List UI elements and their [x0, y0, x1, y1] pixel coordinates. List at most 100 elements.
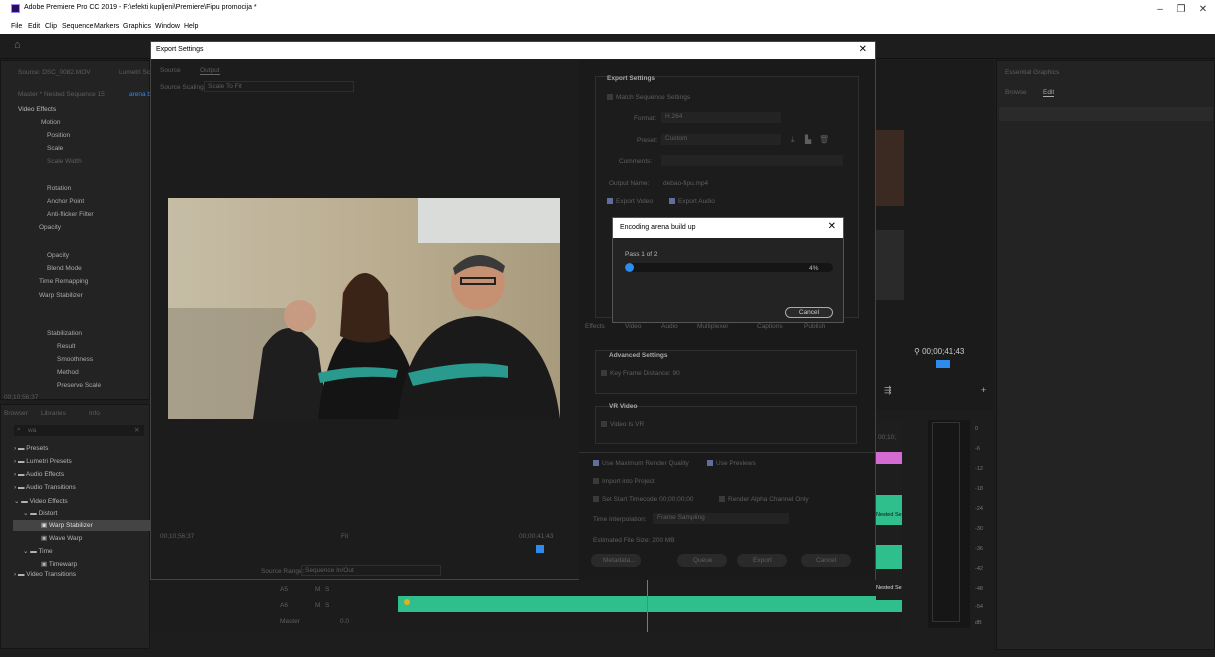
- menu-markers[interactable]: Markers: [94, 23, 119, 30]
- tree-distort[interactable]: ⌄ ▬ Distort: [23, 509, 57, 517]
- effect-time-remapping[interactable]: Time Remapping: [39, 278, 88, 285]
- pink-clip[interactable]: [876, 452, 902, 464]
- prop-method[interactable]: Method: [57, 369, 79, 376]
- effects-search-input[interactable]: ⌕ wa ✕: [14, 425, 144, 436]
- tab-publish[interactable]: Publish: [804, 323, 825, 330]
- preset-select[interactable]: Custom: [661, 134, 781, 145]
- tree-video-transitions[interactable]: › ▬ Video Transitions: [14, 571, 76, 578]
- track-a6-solo[interactable]: S: [325, 602, 329, 609]
- export-audio-checkbox[interactable]: Export Audio: [669, 198, 715, 205]
- tree-audio-effects[interactable]: › ▬ Audio Effects: [14, 471, 64, 478]
- clip-name[interactable]: arena b: [129, 91, 151, 98]
- add-button-icon[interactable]: +: [981, 385, 986, 395]
- button-editor-icon[interactable]: ⇶: [884, 385, 892, 396]
- encoding-cancel-button[interactable]: Cancel: [785, 307, 833, 318]
- menu-file[interactable]: File: [11, 23, 22, 30]
- prop-anti-flicker[interactable]: Anti-flicker Filter: [47, 211, 94, 218]
- program-playhead-icon[interactable]: [936, 360, 950, 368]
- cancel-export-button[interactable]: Cancel: [801, 554, 851, 567]
- maximize-icon[interactable]: ❐: [1171, 4, 1191, 15]
- queue-button[interactable]: Queue: [677, 554, 727, 567]
- video-is-vr-checkbox[interactable]: Video Is VR: [601, 421, 644, 428]
- close-encoding-icon[interactable]: ✕: [828, 221, 836, 232]
- tree-presets[interactable]: › ▬ Presets: [14, 445, 48, 452]
- fit-select[interactable]: Fit: [341, 533, 348, 540]
- audio-clip-a6[interactable]: [398, 596, 902, 612]
- eg-layers-list[interactable]: [999, 107, 1213, 121]
- prop-opacity[interactable]: Opacity: [47, 252, 69, 259]
- menu-help[interactable]: Help: [184, 23, 198, 30]
- tab-captions[interactable]: Captions: [757, 323, 783, 330]
- source-scaling-select[interactable]: Scale To Fit: [204, 81, 354, 92]
- close-window-icon[interactable]: ✕: [1193, 4, 1213, 15]
- track-a6-mute[interactable]: M: [315, 602, 320, 609]
- menu-window[interactable]: Window: [155, 23, 180, 30]
- match-sequence-checkbox[interactable]: Match Sequence Settings: [607, 94, 690, 101]
- close-export-icon[interactable]: ✕: [859, 44, 867, 55]
- audio-clip-stack[interactable]: [876, 545, 902, 569]
- eg-browse-tab[interactable]: Browse: [1005, 89, 1027, 96]
- menu-graphics[interactable]: Graphics: [123, 23, 151, 30]
- prop-position[interactable]: Position: [47, 132, 70, 139]
- source-tab[interactable]: Source: DSC_0082.MOV: [18, 69, 91, 76]
- eg-edit-tab[interactable]: Edit: [1043, 89, 1055, 97]
- prop-stabilization[interactable]: Stabilization: [47, 330, 82, 337]
- tree-timewarp[interactable]: ▣ Timewarp: [41, 560, 77, 568]
- tree-lumetri-presets[interactable]: › ▬ Lumetri Presets: [14, 458, 72, 465]
- render-alpha-checkbox[interactable]: Render Alpha Channel Only: [719, 496, 809, 503]
- track-a5-mute[interactable]: M: [315, 586, 320, 593]
- time-interpolation-select[interactable]: Frame Sampling: [653, 513, 789, 524]
- tree-audio-transitions[interactable]: › ▬ Audio Transitions: [14, 484, 76, 491]
- tab-output[interactable]: Output: [200, 67, 220, 75]
- home-icon[interactable]: ⌂: [14, 39, 21, 51]
- lumetri-tab[interactable]: Lumetri Sc: [119, 69, 150, 76]
- menu-edit[interactable]: Edit: [28, 23, 40, 30]
- libraries-tab[interactable]: Libraries: [41, 410, 66, 417]
- tab-effects[interactable]: Effects: [585, 323, 605, 330]
- output-name-link[interactable]: debao-fipu.mp4: [663, 180, 708, 187]
- info-tab[interactable]: Info: [89, 410, 100, 417]
- prop-smoothness[interactable]: Smoothness: [57, 356, 93, 363]
- metadata-button[interactable]: Metadata...: [591, 554, 641, 567]
- minimize-icon[interactable]: –: [1150, 4, 1170, 15]
- max-render-checkbox[interactable]: Use Maximum Render Quality: [593, 460, 689, 467]
- tree-warp-stabilizer[interactable]: ▣ Warp Stabilizer: [41, 521, 93, 529]
- video-clip-nested[interactable]: [876, 495, 902, 525]
- source-range-select[interactable]: Sequence In/Out: [301, 565, 441, 576]
- tab-source[interactable]: Source: [160, 67, 181, 74]
- start-timecode-checkbox[interactable]: Set Start Timecode 00;00;00;00: [593, 496, 693, 503]
- prop-result[interactable]: Result: [57, 343, 75, 350]
- prop-scale-width[interactable]: Scale Width: [47, 158, 82, 165]
- export-button[interactable]: Export: [737, 554, 787, 567]
- delete-preset-icon[interactable]: 🗑: [819, 135, 829, 144]
- effect-warp-stabilizer[interactable]: Warp Stabilizer: [39, 292, 83, 299]
- import-preset-icon[interactable]: ▙: [805, 135, 811, 144]
- effect-motion[interactable]: Motion: [41, 119, 61, 126]
- comments-input[interactable]: [661, 155, 843, 166]
- keyframe-marker-icon[interactable]: [404, 599, 410, 605]
- menu-clip[interactable]: Clip: [45, 23, 57, 30]
- playhead-line[interactable]: [647, 580, 648, 632]
- effect-opacity[interactable]: Opacity: [39, 224, 61, 231]
- prop-scale[interactable]: Scale: [47, 145, 63, 152]
- tab-video[interactable]: Video: [625, 323, 642, 330]
- prop-preserve-scale[interactable]: Preserve Scale: [57, 382, 101, 389]
- format-select[interactable]: H.264: [661, 112, 781, 123]
- export-video-checkbox[interactable]: Export Video: [607, 198, 653, 205]
- key-frame-checkbox[interactable]: Key Frame Distance: 90: [601, 370, 680, 377]
- tab-multiplexer[interactable]: Multiplexer: [697, 323, 728, 330]
- use-previews-checkbox[interactable]: Use Previews: [707, 460, 756, 467]
- tree-time[interactable]: ⌄ ▬ Time: [23, 547, 53, 555]
- prop-blend-mode[interactable]: Blend Mode: [47, 265, 82, 272]
- prop-anchor-point[interactable]: Anchor Point: [47, 198, 84, 205]
- in-out-handle-icon[interactable]: [536, 545, 544, 553]
- track-a5-solo[interactable]: S: [325, 586, 329, 593]
- tab-audio[interactable]: Audio: [661, 323, 678, 330]
- prop-rotation[interactable]: Rotation: [47, 185, 71, 192]
- tree-wave-warp[interactable]: ▣ Wave Warp: [41, 534, 82, 542]
- clear-search-icon[interactable]: ✕: [134, 426, 139, 434]
- tree-video-effects[interactable]: ⌄ ▬ Video Effects: [14, 497, 68, 505]
- browser-tab[interactable]: Browser: [4, 410, 28, 417]
- import-project-checkbox[interactable]: Import into Project: [593, 478, 655, 485]
- save-preset-icon[interactable]: ⤓: [791, 135, 795, 145]
